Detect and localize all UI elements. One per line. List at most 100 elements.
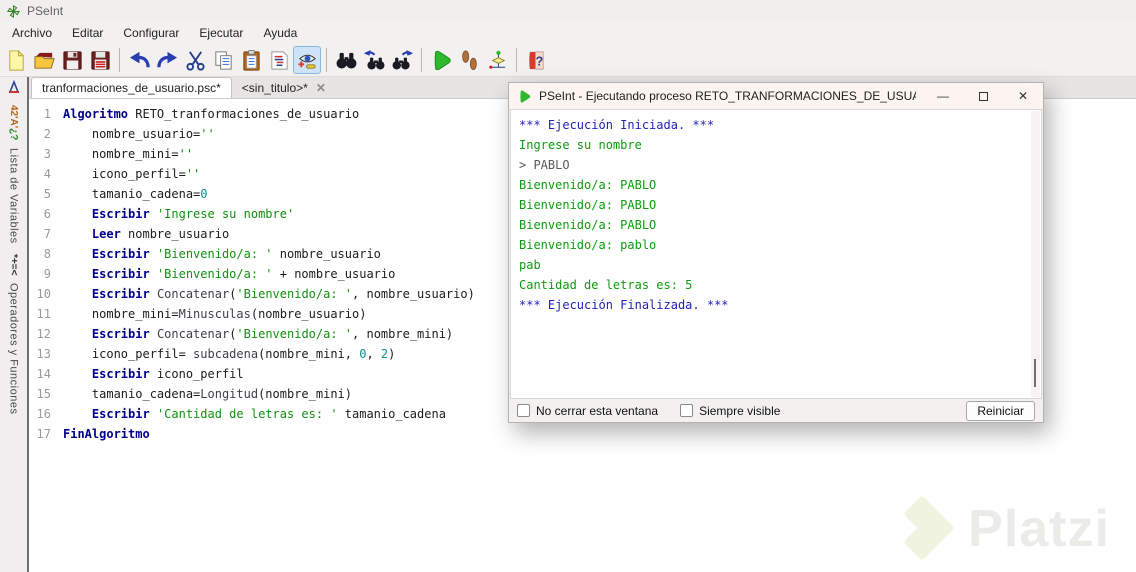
line-number: 17 — [36, 427, 51, 441]
maximize-button[interactable] — [963, 83, 1003, 109]
toolbar-new-file-button[interactable] — [2, 46, 30, 74]
run-step-icon — [461, 50, 477, 70]
run-icon — [434, 50, 451, 70]
line-number: 15 — [36, 387, 51, 401]
console-line: Cantidad de letras es: 5 — [519, 278, 693, 292]
menu-configurar[interactable]: Configurar — [113, 23, 189, 43]
console-line: Bienvenido/a: PABLO — [519, 178, 657, 192]
run-dialog-titlebar[interactable]: PSeInt - Ejecutando proceso RETO_TRANFOR… — [509, 83, 1043, 109]
help-icon: ? — [528, 50, 544, 70]
no-close-checkbox[interactable]: No cerrar esta ventana — [517, 404, 658, 418]
console-scrollbar-thumb[interactable] — [1034, 359, 1036, 387]
line-number: 2 — [43, 127, 51, 141]
toolbar-separator — [516, 48, 517, 72]
tab-label: <sin_titulo>* — [241, 81, 308, 95]
toolbar-cut-button[interactable] — [181, 46, 209, 74]
toolbar-redo-button[interactable] — [153, 46, 181, 74]
svg-text:?: ? — [535, 54, 543, 68]
toolbar-help-button[interactable]: ? — [522, 46, 550, 74]
restart-button[interactable]: Reiniciar — [966, 400, 1035, 421]
line-number: 5 — [43, 187, 51, 201]
run-dialog-title: PSeInt - Ejecutando proceso RETO_TRANFOR… — [539, 89, 916, 103]
line-number: 11 — [36, 307, 51, 321]
console-line: *** Ejecución Finalizada. *** — [519, 298, 729, 312]
line-number: 14 — [36, 367, 51, 381]
tab-close-icon[interactable]: ✕ — [316, 81, 326, 95]
console-output[interactable]: *** Ejecución Iniciada. *** Ingrese su no… — [510, 109, 1042, 399]
always-visible-checkbox[interactable]: Siempre visible — [680, 404, 780, 418]
checkbox-label: Siempre visible — [699, 403, 781, 418]
close-button[interactable]: ✕ — [1003, 83, 1043, 109]
panel-label-operadores[interactable]: Operadores y Funciones — [8, 283, 20, 414]
cut-icon — [185, 50, 205, 71]
code-line: 17 FinAlgoritmo — [29, 424, 1136, 444]
syntax-highlight-icon — [297, 54, 316, 69]
toolbar-flowchart-button[interactable] — [483, 46, 511, 74]
run-dialog: PSeInt - Ejecutando proceso RETO_TRANFOR… — [508, 82, 1044, 423]
toolbar-format-source-button[interactable] — [265, 46, 293, 74]
toolbar-undo-button[interactable] — [125, 46, 153, 74]
pin-panel-icon[interactable] — [6, 79, 22, 95]
toolbar-find-next-button[interactable] — [388, 46, 416, 74]
minimize-button[interactable]: — — [923, 83, 963, 109]
console-line: > PABLO — [519, 158, 570, 172]
toolbar-find-prev-button[interactable] — [360, 46, 388, 74]
toolbar: ? — [0, 44, 1136, 77]
toolbar-paste-button[interactable] — [237, 46, 265, 74]
toolbar-save-file-button[interactable] — [58, 46, 86, 74]
line-number: 9 — [43, 267, 51, 281]
line-number: 8 — [43, 247, 51, 261]
console-line: pab — [519, 258, 541, 272]
console-scrollbar[interactable] — [1031, 111, 1040, 397]
find-next-icon — [392, 49, 413, 70]
menu-archivo[interactable]: Archivo — [2, 23, 62, 43]
line-number: 12 — [36, 327, 51, 341]
line-number: 13 — [36, 347, 51, 361]
editor-tab[interactable]: <sin_titulo>* ✕ — [232, 78, 336, 98]
run-dialog-footer: No cerrar esta ventana Siempre visible R… — [509, 399, 1043, 422]
save-file-icon — [62, 50, 82, 70]
run-play-icon — [520, 90, 531, 102]
open-file-icon — [33, 52, 55, 69]
left-panel-strip: 42'A'¿? Lista de Variables *+=< Operadores … — [0, 77, 27, 572]
toolbar-separator — [326, 48, 327, 72]
line-number: 16 — [36, 407, 51, 421]
menu-ejecutar[interactable]: Ejecutar — [189, 23, 253, 43]
window-titlebar[interactable]: PSeInt — [0, 0, 1136, 22]
menubar: Archivo Editar Configurar Ejecutar Ayuda — [0, 22, 1136, 44]
menu-editar[interactable]: Editar — [62, 23, 113, 43]
checkbox-box[interactable] — [517, 404, 530, 417]
toolbar-run-button[interactable] — [427, 46, 455, 74]
pseint-app-icon — [6, 4, 21, 18]
menu-ayuda[interactable]: Ayuda — [253, 23, 307, 43]
toolbar-syntax-highlight-button[interactable] — [293, 46, 321, 74]
panel-label-variables[interactable]: Lista de Variables — [8, 148, 20, 244]
toolbar-find-button[interactable] — [332, 46, 360, 74]
line-number: 6 — [43, 207, 51, 221]
copy-icon — [214, 50, 232, 70]
line-number: 4 — [43, 167, 51, 181]
redo-icon — [156, 51, 177, 67]
find-prev-icon — [363, 49, 384, 70]
format-source-icon — [270, 50, 288, 70]
editor-tab[interactable]: tranformaciones_de_usuario.psc* — [31, 77, 232, 98]
toolbar-open-file-button[interactable] — [30, 46, 58, 74]
operators-icon[interactable]: *+=< — [8, 254, 19, 275]
toolbar-run-step-button[interactable] — [455, 46, 483, 74]
console-line: Ingrese su nombre — [519, 138, 642, 152]
toolbar-save-all-button[interactable] — [86, 46, 114, 74]
window-title: PSeInt — [27, 4, 64, 18]
new-file-icon — [8, 49, 24, 71]
toolbar-copy-button[interactable] — [209, 46, 237, 74]
toolbar-separator — [119, 48, 120, 72]
console-line: Bienvenido/a: PABLO — [519, 218, 657, 232]
console-line: Bienvenido/a: PABLO — [519, 198, 657, 212]
find-icon — [336, 52, 356, 69]
line-number: 1 — [43, 107, 51, 121]
paste-icon — [242, 49, 260, 71]
save-all-icon — [90, 50, 110, 70]
line-number: 7 — [43, 227, 51, 241]
variables-icon[interactable]: 42'A'¿? — [8, 105, 19, 140]
console-line: Bienvenido/a: pablo — [519, 238, 657, 252]
checkbox-box[interactable] — [680, 404, 694, 417]
